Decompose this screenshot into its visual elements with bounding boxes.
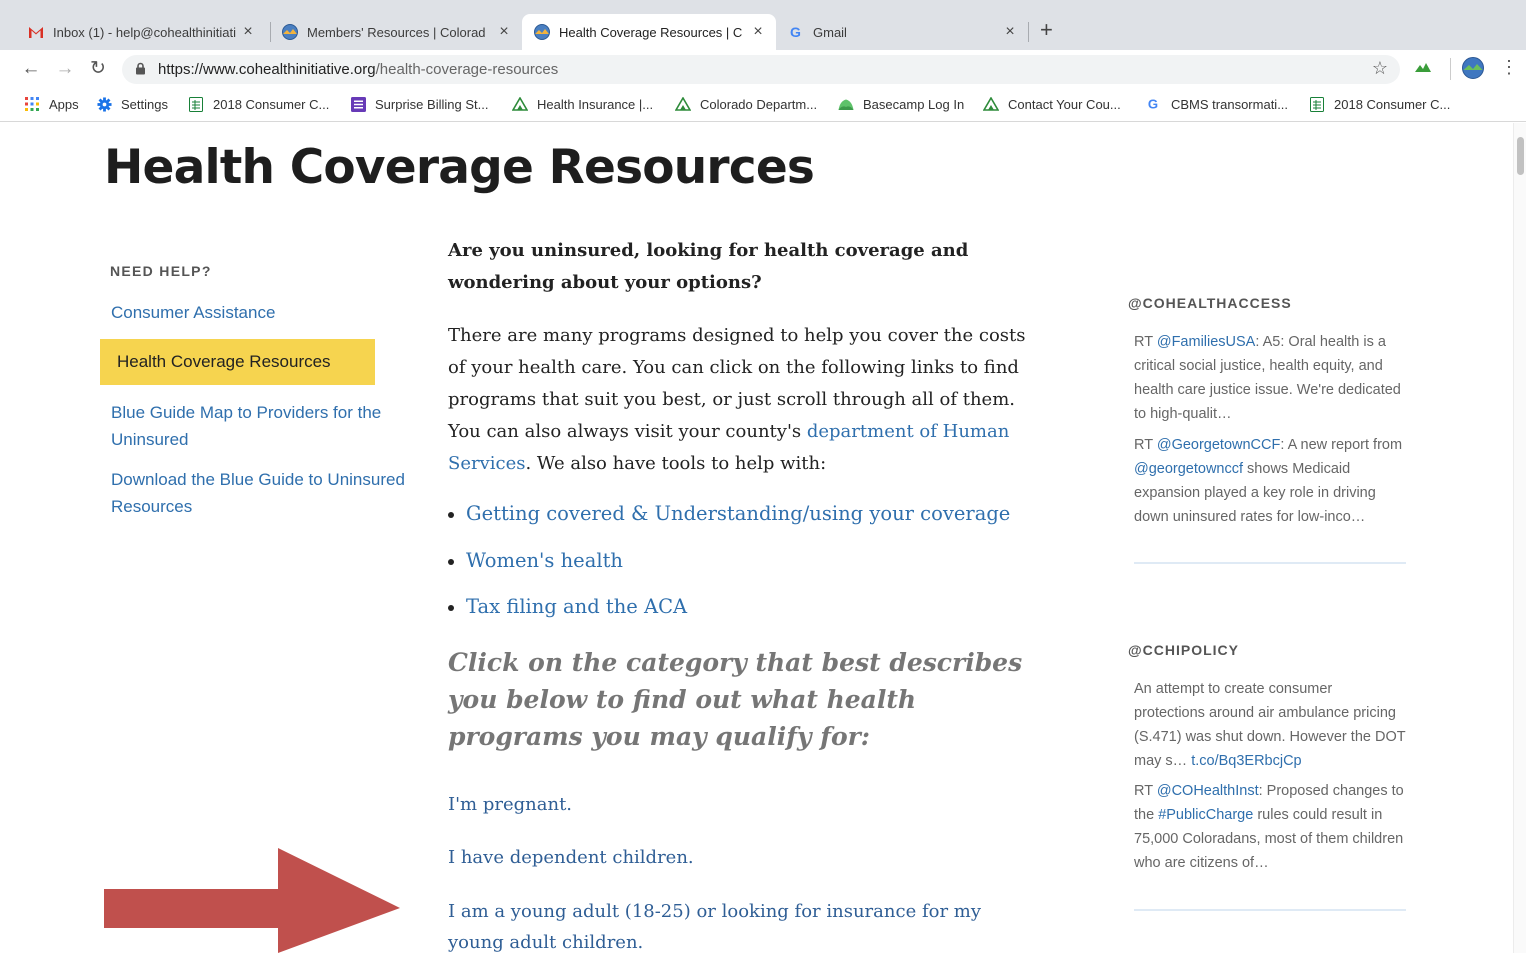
extension-mountain-icon[interactable] [1414,60,1432,79]
close-tab-icon[interactable]: × [1002,23,1018,41]
hashtag-link[interactable]: #PublicCharge [1158,807,1253,823]
mountain-icon [512,96,528,112]
category-link-pregnant[interactable]: I'm pregnant. [448,789,1038,820]
tab-health-coverage[interactable]: Health Coverage Resources | C × [522,14,776,50]
page-title: Health Coverage Resources [104,140,815,195]
bookmark-colorado-dept[interactable]: Colorado Departm... [675,96,817,112]
mountain-icon [675,96,691,112]
toolbar-divider [1450,58,1451,80]
feed-divider [1134,909,1406,911]
sidebar-link-download-blue-guide[interactable]: Download the Blue Guide to Uninsured Res… [111,466,411,520]
lock-icon [122,62,158,78]
url-path: /health-coverage-resources [375,61,559,78]
tweet: An attempt to create consumer protection… [1134,681,1406,769]
twitter-handle-link[interactable]: @FamiliesUSA [1157,334,1256,350]
menu-kebab-icon[interactable]: ⋮ [1500,56,1518,78]
address-bar[interactable]: https://www.cohealthinitiative.org/healt… [122,55,1400,84]
forms-icon [350,96,366,112]
scrollbar-thumb[interactable] [1517,137,1524,175]
close-tab-icon[interactable]: × [496,23,512,41]
mountain-icon [983,96,999,112]
feed-divider [1134,562,1406,564]
close-tab-icon[interactable]: × [750,23,766,41]
sidebar-link-consumer-assistance[interactable]: Consumer Assistance [111,299,275,326]
apps-grid-icon [24,96,40,112]
profile-avatar-icon[interactable] [1462,57,1484,84]
page-scrollbar[interactable] [1513,123,1526,953]
tool-link-womens-health[interactable]: Women's health [448,545,1010,592]
twitter-handle-link[interactable]: @GeorgetownCCF [1157,437,1281,453]
sidebar-link-blue-guide-map[interactable]: Blue Guide Map to Providers for the Unin… [111,399,401,453]
url-host: https://www.cohealthinitiative.org [158,61,376,78]
tool-link-getting-covered[interactable]: Getting covered & Understanding/using yo… [448,498,1010,545]
tweet: RT @FamiliesUSA: A5: Oral health is a cr… [1134,334,1401,422]
forward-arrow-icon[interactable]: → [53,56,77,82]
category-link-dependent-children[interactable]: I have dependent children. [448,842,1038,873]
tool-link-tax-filing[interactable]: Tax filing and the ACA [448,591,1010,638]
tweet: RT @COHealthInst: Proposed changes to th… [1134,783,1404,871]
google-icon: G [1146,96,1162,112]
back-arrow-icon[interactable]: ← [19,56,43,82]
google-icon: G [788,24,804,40]
bookmark-basecamp[interactable]: Basecamp Log In [838,96,964,112]
reload-icon[interactable]: ↻ [86,56,110,82]
new-tab-button[interactable]: + [1040,18,1053,42]
twitter-handle-link[interactable]: @COHealthInst [1157,783,1259,799]
basecamp-icon [838,96,854,112]
bookmark-surprise-billing[interactable]: Surprise Billing St... [350,96,488,112]
bookmark-consumer-sheet-2[interactable]: 2018 Consumer C... [1309,96,1450,112]
feed-heading-cchipolicy: @CCHIPOLICY [1128,642,1239,658]
bookmark-apps[interactable]: Apps [24,96,79,112]
twitter-handle-link[interactable]: @georgetownccf [1134,461,1243,477]
close-tab-icon[interactable]: × [240,23,256,41]
site-icon [282,24,298,40]
site-icon [534,24,550,40]
intro-question: Are you uninsured, looking for health co… [448,240,969,293]
bookmark-settings[interactable]: Settings [96,96,168,112]
bookmark-consumer-sheet[interactable]: 2018 Consumer C... [188,96,329,112]
bookmark-health-insurance[interactable]: Health Insurance |... [512,96,653,112]
feed-heading-cohealthaccess: @COHEALTHACCESS [1128,295,1292,311]
bookmark-contact-county[interactable]: Contact Your Cou... [983,96,1121,112]
intro-paragraph: There are many programs designed to help… [448,325,1026,474]
tweet: RT @GeorgetownCCF: A new report from @ge… [1134,437,1403,525]
tools-list: Getting covered & Understanding/using yo… [448,498,1010,638]
sidebar-link-health-coverage-active[interactable]: Health Coverage Resources [100,339,375,385]
tab-gmail[interactable]: G Gmail × [776,14,1028,50]
sidebar-heading: NEED HELP? [110,263,212,279]
sheets-icon [188,96,204,112]
category-link-young-adult[interactable]: I am a young adult (18-25) or looking fo… [448,896,1018,953]
tweet-link[interactable]: t.co/Bq3ERbcjCp [1191,753,1301,769]
bookmark-star-icon[interactable]: ☆ [1372,58,1388,79]
gmail-icon [28,24,44,40]
bookmarks-bar: Apps Settings 2018 Consumer C... Surpris… [0,88,1526,122]
tab-members-resources[interactable]: Members' Resources | Colorad × [270,14,522,50]
gear-icon [96,96,112,112]
bookmark-cbms[interactable]: G CBMS transormati... [1146,96,1288,112]
svg-text:G: G [789,25,800,40]
browser-toolbar: ← → ↻ https://www.cohealthinitiative.org… [0,50,1526,88]
category-heading: Click on the category that best describe… [448,648,1023,751]
sheets-icon [1309,96,1325,112]
tab-gmail-inbox[interactable]: Inbox (1) - help@cohealthinitiati × [16,14,266,50]
svg-text:G: G [1148,97,1158,111]
tab-strip: Inbox (1) - help@cohealthinitiati × Memb… [0,0,1526,50]
red-pointer-arrow-icon [104,848,400,953]
